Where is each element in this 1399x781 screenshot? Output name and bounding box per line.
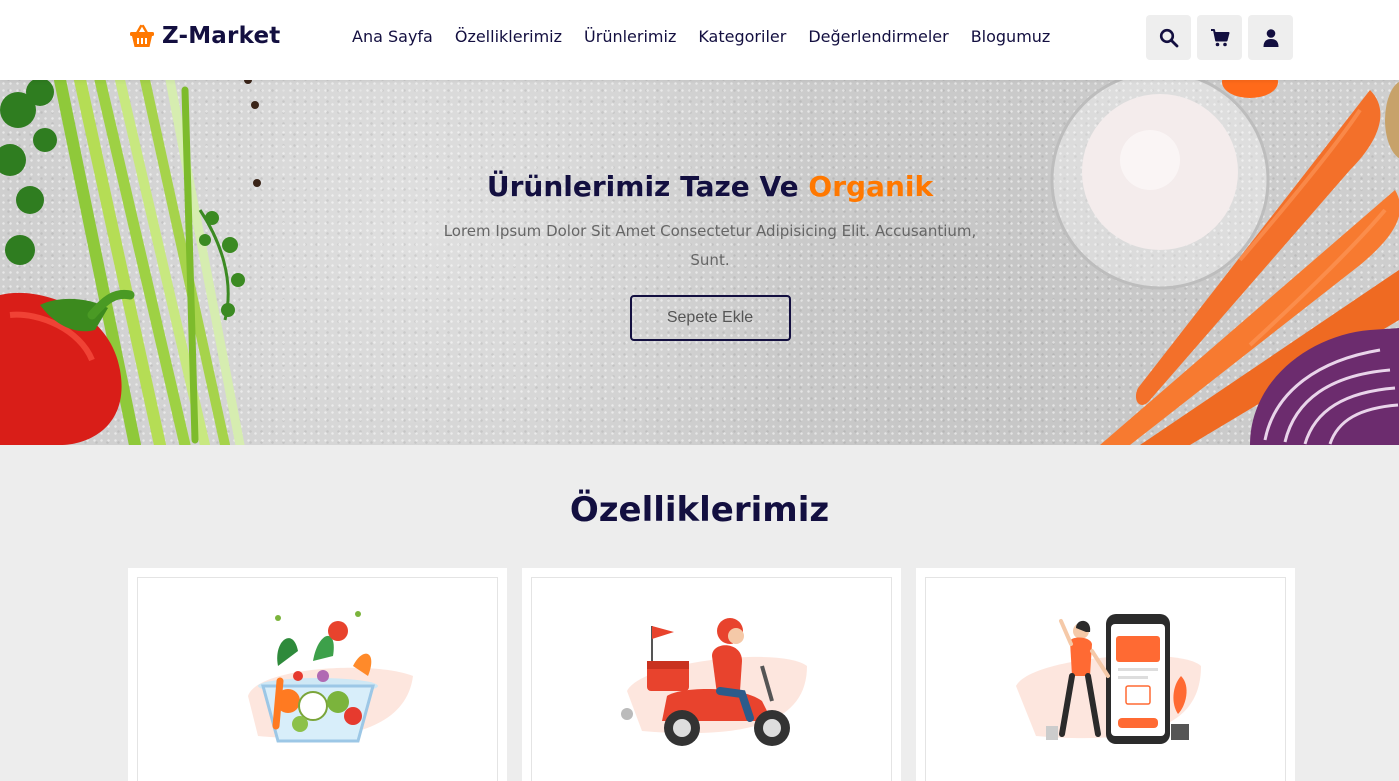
cart-button[interactable]	[1197, 15, 1242, 60]
feature-card	[916, 568, 1295, 781]
delivery-scooter-illustration	[620, 618, 807, 746]
feature-card-inner	[531, 577, 892, 781]
feature-card-inner	[137, 577, 498, 781]
main-nav: Ana Sayfa Özelliklerimiz Ürünlerimiz Kat…	[352, 27, 1072, 46]
header-icons	[1146, 15, 1293, 60]
basket-icon	[130, 24, 154, 47]
features-title: Özelliklerimiz	[569, 490, 830, 530]
hero-content: Ürünlerimiz Taze Ve Organik Lorem Ipsum …	[400, 170, 1020, 341]
search-icon	[1159, 28, 1178, 47]
site-header: Z-Market Ana Sayfa Özelliklerimiz Ürünle…	[0, 0, 1399, 80]
logo-link[interactable]: Z-Market	[128, 22, 280, 50]
nav-link-products[interactable]: Ürünlerimiz	[584, 27, 676, 46]
nav-link-categories[interactable]: Kategoriler	[698, 27, 786, 46]
nav-link-blog[interactable]: Blogumuz	[971, 27, 1051, 46]
nav-link-reviews[interactable]: Değerlendirmeler	[808, 27, 948, 46]
hero-title-accent: Organik	[808, 170, 934, 203]
feature-card	[522, 568, 901, 781]
add-to-cart-button[interactable]: Sepete Ekle	[629, 295, 791, 341]
cart-icon	[1210, 28, 1229, 46]
hero-description: Lorem Ipsum Dolor Sit Amet Consectetur A…	[443, 222, 977, 269]
mobile-payment-illustration	[1015, 614, 1201, 744]
search-button[interactable]	[1146, 15, 1191, 60]
user-button[interactable]	[1248, 15, 1293, 60]
vegetables-right-image	[1050, 80, 1399, 445]
nav-link-features[interactable]: Özelliklerimiz	[455, 27, 562, 46]
hero-title: Ürünlerimiz Taze Ve Organik	[400, 170, 1020, 203]
feature-card	[128, 568, 507, 781]
vegetables-left-image	[0, 80, 261, 445]
hero-banner: Ürünlerimiz Taze Ve Organik Lorem Ipsum …	[0, 80, 1399, 445]
nav-link-home[interactable]: Ana Sayfa	[352, 27, 433, 46]
feature-card-inner	[925, 577, 1286, 781]
user-icon	[1263, 28, 1278, 47]
hero-title-main: Ürünlerimiz Taze Ve	[486, 170, 799, 203]
salad-bowl-illustration	[247, 611, 413, 743]
features-cards	[128, 568, 1295, 781]
logo-text: Z-Market	[162, 23, 281, 49]
